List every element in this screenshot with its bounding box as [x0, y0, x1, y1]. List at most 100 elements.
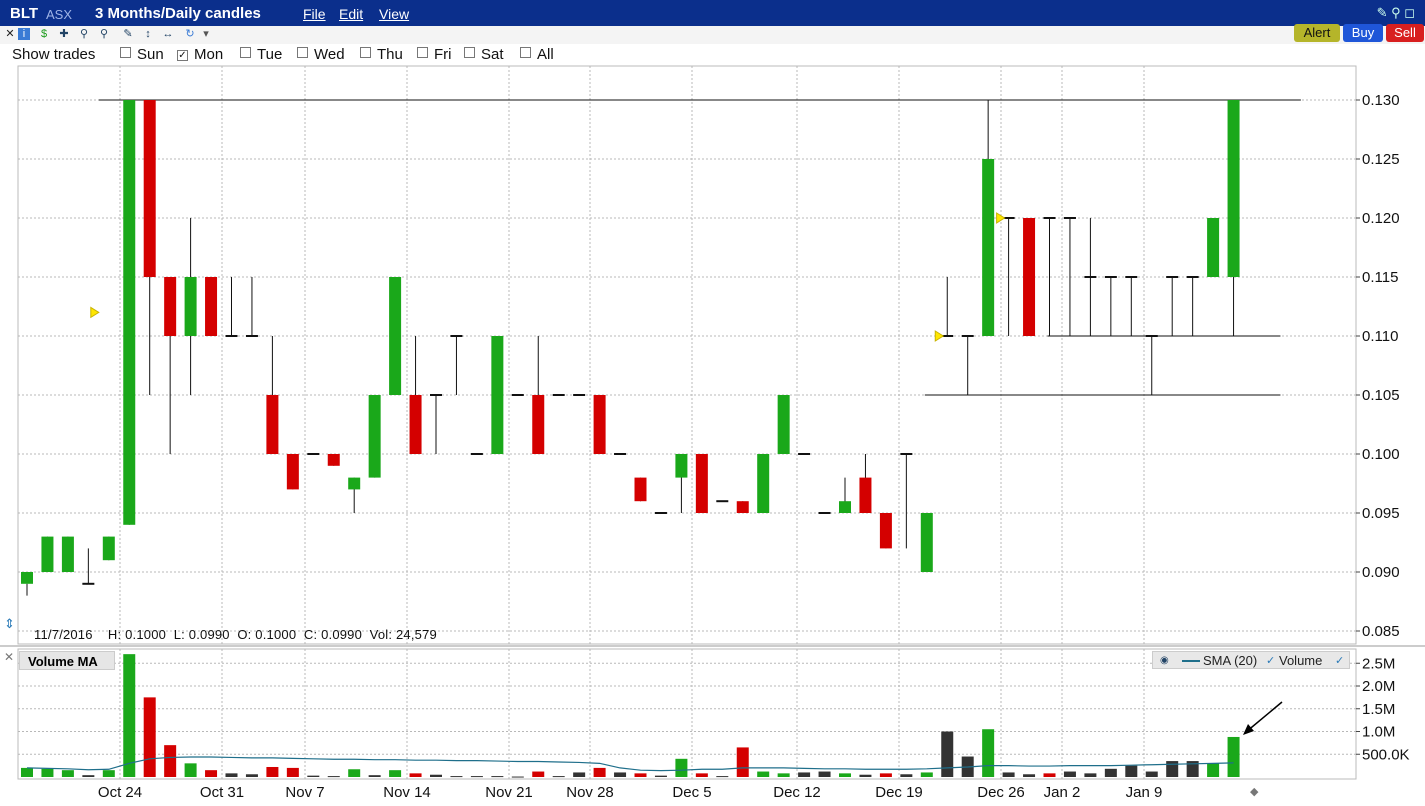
candle-body[interactable] — [348, 477, 361, 490]
volume-bar[interactable] — [859, 774, 872, 777]
volume-bar[interactable] — [184, 763, 197, 777]
volume-bar[interactable] — [900, 774, 913, 777]
candle-body[interactable] — [21, 572, 33, 584]
candle-body[interactable] — [61, 536, 74, 572]
candle-body[interactable] — [859, 477, 872, 513]
volume-bar[interactable] — [348, 769, 361, 777]
volume-bar[interactable] — [552, 776, 565, 778]
volume-bar[interactable] — [757, 771, 770, 777]
volume-bar[interactable] — [716, 776, 729, 778]
volume-bar[interactable] — [593, 767, 606, 777]
volume-legend-label[interactable]: Volume — [1279, 652, 1322, 670]
volume-bar[interactable] — [1125, 765, 1138, 777]
candle-body[interactable] — [777, 395, 790, 454]
candle-body[interactable] — [164, 277, 177, 336]
volume-bar[interactable] — [920, 772, 933, 777]
volume-bar[interactable] — [21, 767, 33, 777]
volume-bar[interactable] — [511, 776, 524, 778]
volume-bar[interactable] — [123, 654, 136, 777]
volume-bar[interactable] — [164, 745, 177, 777]
candle-body[interactable] — [389, 277, 402, 395]
volume-bar[interactable] — [470, 776, 483, 778]
volume-bar[interactable] — [818, 771, 831, 777]
candle-body[interactable] — [205, 277, 218, 336]
volume-bar[interactable] — [225, 773, 238, 777]
candle-body[interactable] — [695, 454, 708, 513]
volume-bar[interactable] — [409, 773, 422, 777]
volume-bar[interactable] — [839, 773, 851, 777]
candle-body[interactable] — [41, 536, 54, 572]
volume-bar[interactable] — [245, 774, 258, 777]
candle-body[interactable] — [675, 454, 688, 478]
candle-body[interactable] — [123, 100, 136, 525]
candle-body[interactable] — [593, 395, 606, 454]
volume-bar[interactable] — [41, 768, 54, 777]
candle-body[interactable] — [736, 501, 749, 513]
volume-bar[interactable] — [82, 775, 95, 777]
volume-bar[interactable] — [266, 766, 279, 777]
candle-body[interactable] — [286, 454, 299, 490]
volume-bar[interactable] — [1043, 773, 1056, 777]
sma-toggle-icon[interactable]: ✓ — [1266, 652, 1275, 670]
candle-body[interactable] — [1023, 218, 1036, 336]
volume-bar[interactable] — [532, 771, 545, 777]
volume-bar[interactable] — [1145, 771, 1158, 777]
volume-bar[interactable] — [941, 731, 954, 778]
scroll-handle-icon[interactable]: ◆ — [1250, 786, 1259, 798]
candle-body[interactable] — [982, 159, 995, 336]
volume-bar[interactable] — [1227, 736, 1240, 777]
volume-bar[interactable] — [430, 774, 442, 777]
volume-bar[interactable] — [1023, 774, 1036, 777]
close-volume-icon[interactable]: ✕ — [4, 650, 14, 664]
candle-body[interactable] — [839, 501, 851, 513]
volume-bar[interactable] — [614, 772, 627, 777]
volume-bar[interactable] — [798, 772, 811, 777]
volume-bar[interactable] — [1063, 771, 1076, 777]
volume-bar[interactable] — [286, 767, 299, 777]
candle-body[interactable] — [1207, 218, 1220, 277]
volume-bar[interactable] — [1104, 768, 1117, 777]
candle-body[interactable] — [327, 454, 340, 466]
volume-bar[interactable] — [143, 697, 156, 777]
candle-body[interactable] — [634, 477, 647, 502]
volume-bar[interactable] — [205, 770, 218, 777]
volume-bar[interactable] — [736, 747, 749, 777]
volume-bar[interactable] — [675, 758, 688, 777]
volume-bar[interactable] — [450, 776, 463, 778]
candle-body[interactable] — [1227, 100, 1240, 277]
volume-bar[interactable] — [1207, 763, 1220, 777]
candle-body[interactable] — [102, 536, 115, 561]
chart-canvas[interactable]: 0.130 0.125 0.120 0.115 0.110 0.105 0.100 0.095… — [0, 0, 1425, 806]
candle-body[interactable] — [368, 395, 381, 478]
volume-bar[interactable] — [879, 773, 892, 777]
volume-toggle-icon[interactable]: ✓ — [1335, 652, 1344, 670]
volume-bar[interactable] — [61, 770, 74, 777]
volume-bar[interactable] — [102, 770, 115, 777]
volume-bar[interactable] — [368, 775, 381, 777]
volume-bar[interactable] — [307, 775, 320, 777]
volume-bar[interactable] — [1084, 773, 1097, 777]
legend-settings-icon[interactable]: ◉ — [1160, 652, 1169, 670]
volume-bar[interactable] — [982, 729, 995, 777]
candle-body[interactable] — [266, 395, 279, 454]
candle-body[interactable] — [532, 395, 545, 454]
volume-bar[interactable] — [573, 772, 586, 777]
volume-bar[interactable] — [1166, 761, 1179, 777]
candle-body[interactable] — [409, 395, 422, 454]
candle-body[interactable] — [920, 513, 933, 572]
candle-body[interactable] — [757, 454, 770, 513]
volume-bar[interactable] — [1002, 772, 1015, 777]
volume-bar[interactable] — [327, 776, 340, 778]
sma-legend-label[interactable]: SMA (20) — [1203, 652, 1257, 670]
candle-body[interactable] — [491, 336, 504, 454]
candle-body[interactable] — [879, 513, 892, 549]
volume-bar[interactable] — [389, 770, 402, 777]
volume-bar[interactable] — [695, 773, 708, 777]
volume-bar[interactable] — [654, 775, 667, 777]
volume-bar[interactable] — [634, 773, 647, 777]
expand-icon[interactable]: ⇕ — [4, 616, 15, 631]
volume-bar[interactable] — [491, 776, 504, 778]
volume-bar[interactable] — [777, 773, 790, 777]
candle-body[interactable] — [143, 100, 156, 277]
candle-body[interactable] — [184, 277, 197, 336]
